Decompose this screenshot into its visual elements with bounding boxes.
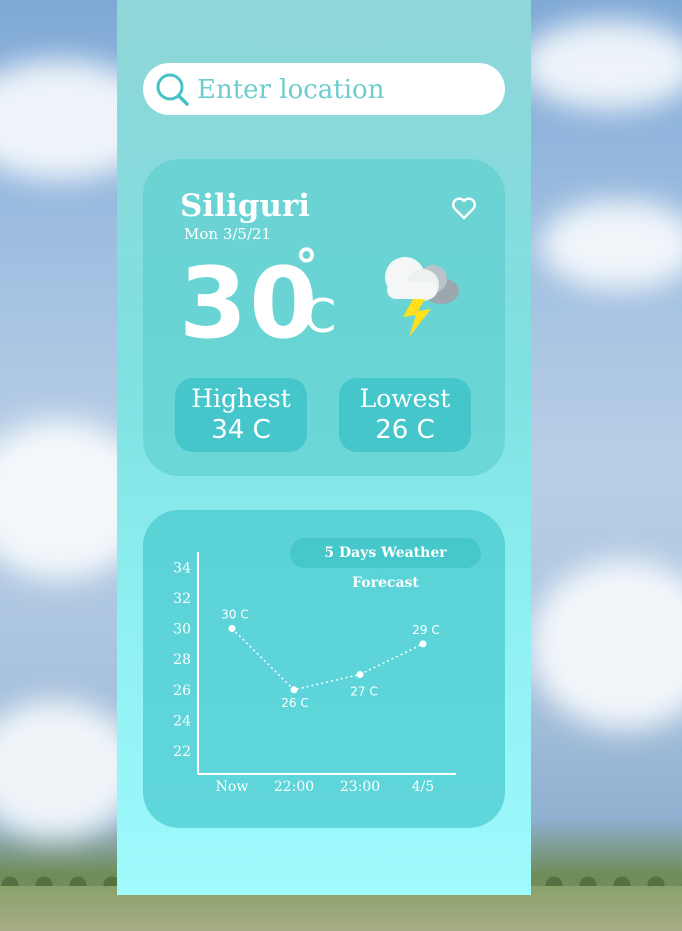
series-line bbox=[231, 628, 424, 691]
highest-value: 34 C bbox=[211, 415, 271, 445]
data-label: 29 C bbox=[412, 623, 439, 637]
x-tick-label: 4/5 bbox=[412, 779, 435, 795]
highest-label: Highest bbox=[191, 384, 291, 413]
y-tick-label: 28 bbox=[173, 652, 191, 668]
forecast-title: 5 Days Weather Forecast bbox=[290, 538, 481, 591]
search-bar[interactable] bbox=[143, 63, 505, 115]
y-tick-label: 32 bbox=[173, 591, 191, 607]
data-label: 27 C bbox=[350, 684, 377, 698]
heart-icon[interactable] bbox=[451, 195, 477, 221]
y-tick-label: 26 bbox=[173, 683, 191, 699]
x-tick-label: 23:00 bbox=[340, 779, 380, 795]
y-tick-label: 34 bbox=[173, 560, 191, 576]
y-tick-label: 24 bbox=[173, 713, 191, 729]
lowest-value: 26 C bbox=[375, 415, 435, 445]
data-point bbox=[228, 625, 236, 633]
y-tick-label: 30 bbox=[173, 622, 191, 638]
highest-temperature-pill: Highest 34 C bbox=[175, 378, 307, 452]
search-input[interactable] bbox=[195, 71, 489, 109]
lowest-temperature-pill: Lowest 26 C bbox=[339, 378, 471, 452]
thunderstorm-icon bbox=[385, 257, 459, 337]
degree-symbol: ° bbox=[295, 239, 318, 293]
data-label: 30 C bbox=[221, 608, 248, 622]
y-tick-label: 22 bbox=[173, 744, 191, 760]
temperature-unit: C bbox=[304, 289, 337, 343]
forecast-card: 22 24 26 28 30 32 34 Now 22:00 23:00 4/5 30 C 26 C 27… bbox=[143, 510, 505, 828]
data-point bbox=[356, 670, 364, 678]
data-point bbox=[419, 640, 427, 648]
x-tick-label: Now bbox=[216, 779, 249, 795]
city-name: Siliguri bbox=[180, 188, 311, 224]
current-weather-card: Siliguri Mon 3/5/21 30 ° C Highest 34 C … bbox=[143, 159, 505, 476]
lowest-label: Lowest bbox=[359, 384, 451, 413]
x-tick-label: 22:00 bbox=[274, 779, 314, 795]
date-label: Mon 3/5/21 bbox=[184, 225, 272, 243]
data-point bbox=[290, 686, 298, 694]
search-icon[interactable] bbox=[155, 72, 191, 108]
data-label: 26 C bbox=[281, 696, 308, 710]
